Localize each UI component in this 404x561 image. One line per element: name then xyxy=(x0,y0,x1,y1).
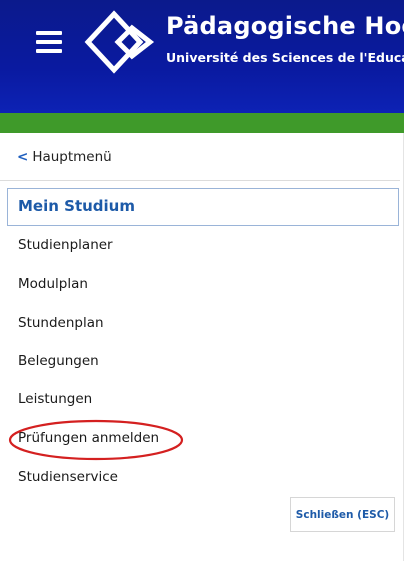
menu-item-belegungen[interactable]: Belegungen xyxy=(18,353,99,369)
close-button[interactable]: Schließen (ESC) xyxy=(290,497,395,532)
menu-item-modulplan[interactable]: Modulplan xyxy=(18,276,88,292)
menu-item-studienservice[interactable]: Studienservice xyxy=(18,469,118,485)
menu-item-stundenplan[interactable]: Stundenplan xyxy=(18,315,104,331)
back-link-label: Hauptmenü xyxy=(32,149,112,165)
menu-item-studienplaner[interactable]: Studienplaner xyxy=(18,237,113,253)
menu-item-label: Mein Studium xyxy=(18,197,135,215)
divider xyxy=(0,180,400,181)
accent-bar xyxy=(0,113,404,133)
chevron-left-icon: < xyxy=(17,149,29,165)
page: Pädagogische Hochs Université des Scienc… xyxy=(0,0,404,561)
menu-item-leistungen[interactable]: Leistungen xyxy=(18,391,92,407)
menu-item-pruefungen-anmelden[interactable]: Prüfungen anmelden xyxy=(18,430,159,446)
brand-title: Pädagogische Hochs xyxy=(166,12,404,40)
menu-item-mein-studium[interactable]: Mein Studium xyxy=(7,188,399,226)
brand-subtitle: Université des Sciences de l'Educatio xyxy=(166,50,404,65)
app-header: Pädagogische Hochs Université des Scienc… xyxy=(0,0,404,113)
diamond-logo-icon[interactable] xyxy=(84,8,160,76)
back-to-main-menu-link[interactable]: < Hauptmenü xyxy=(17,149,112,165)
hamburger-menu-icon[interactable] xyxy=(36,31,62,53)
